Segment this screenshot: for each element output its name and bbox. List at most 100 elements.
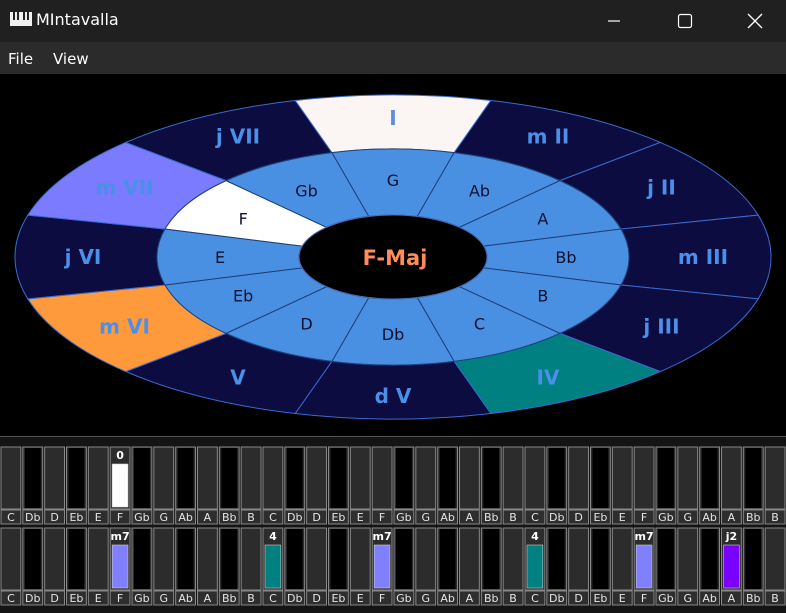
piano-key-eb[interactable]: Eb bbox=[590, 446, 611, 525]
interval-wheel[interactable]: Im II j II m III j III IV d V Vm VI j VI m VII j … bbox=[0, 74, 786, 436]
piano-key-eb[interactable]: Eb bbox=[590, 527, 611, 606]
maximize-button[interactable] bbox=[655, 0, 715, 42]
piano-key-d[interactable]: D bbox=[44, 446, 66, 525]
piano-key-gb[interactable]: Gb bbox=[131, 446, 153, 525]
piano-key-gb[interactable]: Gb bbox=[655, 446, 677, 525]
piano-key-a[interactable]: j2 A bbox=[721, 527, 742, 606]
piano-key-e[interactable]: E bbox=[349, 527, 371, 606]
piano-key-e[interactable]: E bbox=[611, 527, 633, 606]
note-name: A bbox=[204, 511, 212, 524]
piano-key-g[interactable]: G bbox=[153, 446, 175, 525]
piano-key-d[interactable]: D bbox=[44, 527, 66, 606]
piano-key-c[interactable]: C bbox=[0, 446, 22, 525]
piano-key-e[interactable]: E bbox=[87, 527, 109, 606]
piano-key-bb[interactable]: Bb bbox=[218, 446, 240, 525]
piano-key-eb[interactable]: Eb bbox=[328, 446, 349, 525]
piano-key-g[interactable]: G bbox=[677, 446, 699, 525]
note-name: B bbox=[771, 592, 779, 605]
note-label: Db bbox=[382, 325, 404, 344]
piano-key-a[interactable]: A bbox=[459, 527, 480, 606]
interval-label: m III bbox=[678, 245, 728, 269]
note-name: A bbox=[204, 592, 212, 605]
piano-key-b[interactable]: B bbox=[764, 446, 786, 525]
piano-key-d[interactable]: D bbox=[568, 446, 590, 525]
piano-key-bb[interactable]: Bb bbox=[742, 446, 764, 525]
piano-key-db[interactable]: Db bbox=[284, 446, 306, 525]
piano-key-c[interactable]: 4C bbox=[262, 527, 284, 606]
note-name: D bbox=[312, 592, 320, 605]
piano-key-gb[interactable]: Gb bbox=[393, 527, 415, 606]
piano-key-bb[interactable]: Bb bbox=[218, 527, 240, 606]
piano-panel: C Db D Eb E 0 F Gb G Ab A Bb B C Db D Eb E F Gb G Ab A Bb B C Db D E… bbox=[0, 436, 786, 613]
note-name: F bbox=[117, 592, 123, 605]
piano-key-ab[interactable]: Ab bbox=[175, 527, 197, 606]
piano-key-e[interactable]: E bbox=[87, 446, 109, 525]
menu-file[interactable]: File bbox=[8, 50, 33, 68]
note-name: Gb bbox=[134, 511, 150, 524]
key-label: F-Maj bbox=[363, 246, 428, 270]
window-title: MIntavalla bbox=[36, 10, 119, 29]
close-button[interactable] bbox=[725, 0, 785, 42]
note-name: D bbox=[574, 592, 582, 605]
piano-key-b[interactable]: B bbox=[240, 527, 262, 606]
piano-key-gb[interactable]: Gb bbox=[655, 527, 677, 606]
piano-key-a[interactable]: A bbox=[197, 527, 218, 606]
note-name: G bbox=[683, 511, 692, 524]
piano-key-db[interactable]: Db bbox=[546, 446, 568, 525]
interval-segment-m-iii[interactable]: m III bbox=[620, 214, 772, 300]
piano-key-eb[interactable]: Eb bbox=[328, 527, 349, 606]
piano-key-g[interactable]: G bbox=[415, 446, 437, 525]
piano-key-gb[interactable]: Gb bbox=[131, 527, 153, 606]
piano-key-f[interactable]: 0F bbox=[109, 446, 131, 525]
piano-key-db[interactable]: Db bbox=[546, 527, 568, 606]
piano-key-f[interactable]: m7 F bbox=[633, 527, 655, 606]
piano-key-c[interactable]: C bbox=[262, 446, 284, 525]
piano-key-eb[interactable]: Eb bbox=[66, 446, 87, 525]
note-name: D bbox=[50, 592, 58, 605]
piano-key-c[interactable]: C bbox=[524, 446, 546, 525]
interval-tag: j2 bbox=[725, 530, 737, 543]
piano-key-b[interactable]: B bbox=[502, 527, 524, 606]
piano-key-e[interactable]: E bbox=[349, 446, 371, 525]
piano-key-d[interactable]: D bbox=[568, 527, 590, 606]
interval-segment-j-vi[interactable]: j VI bbox=[14, 214, 166, 300]
interval-label: V bbox=[230, 365, 246, 389]
piano-key-b[interactable]: B bbox=[502, 446, 524, 525]
piano-key-db[interactable]: Db bbox=[22, 527, 44, 606]
piano-key-f[interactable]: m7 F bbox=[109, 527, 131, 606]
minimize-button[interactable] bbox=[584, 0, 644, 42]
piano-key-c[interactable]: C bbox=[0, 527, 22, 606]
note-name: A bbox=[466, 592, 474, 605]
piano-key-a[interactable]: A bbox=[197, 446, 218, 525]
piano-key-g[interactable]: G bbox=[677, 527, 699, 606]
piano-key-a[interactable]: A bbox=[459, 446, 480, 525]
piano-key-bb[interactable]: Bb bbox=[480, 446, 502, 525]
piano-key-ab[interactable]: Ab bbox=[175, 446, 197, 525]
piano-key-ab[interactable]: Ab bbox=[699, 527, 721, 606]
piano-key-ab[interactable]: Ab bbox=[699, 446, 721, 525]
piano-key-e[interactable]: E bbox=[611, 446, 633, 525]
piano-key-f[interactable]: F bbox=[371, 446, 393, 525]
menu-view[interactable]: View bbox=[53, 50, 89, 68]
piano-key-d[interactable]: D bbox=[306, 527, 327, 606]
piano-key-bb[interactable]: Bb bbox=[480, 527, 502, 606]
piano-key-gb[interactable]: Gb bbox=[393, 446, 415, 525]
piano-key-f[interactable]: F bbox=[633, 446, 655, 525]
piano-key-eb[interactable]: Eb bbox=[66, 527, 87, 606]
piano-key-ab[interactable]: Ab bbox=[437, 446, 458, 525]
piano-key-d[interactable]: D bbox=[306, 446, 327, 525]
piano-key-g[interactable]: G bbox=[415, 527, 437, 606]
piano-key-bb[interactable]: Bb bbox=[742, 527, 764, 606]
piano-key-ab[interactable]: Ab bbox=[437, 527, 458, 606]
note-name: Gb bbox=[658, 592, 674, 605]
piano-key-db[interactable]: Db bbox=[284, 527, 306, 606]
piano-key-f[interactable]: m7 F bbox=[371, 527, 393, 606]
interval-label: m VII bbox=[95, 176, 153, 200]
note-name: E bbox=[357, 511, 364, 524]
piano-key-a[interactable]: A bbox=[721, 446, 742, 525]
piano-key-db[interactable]: Db bbox=[22, 446, 44, 525]
piano-key-g[interactable]: G bbox=[153, 527, 175, 606]
piano-key-c[interactable]: 4C bbox=[524, 527, 546, 606]
piano-key-b[interactable]: B bbox=[764, 527, 786, 606]
piano-key-b[interactable]: B bbox=[240, 446, 262, 525]
